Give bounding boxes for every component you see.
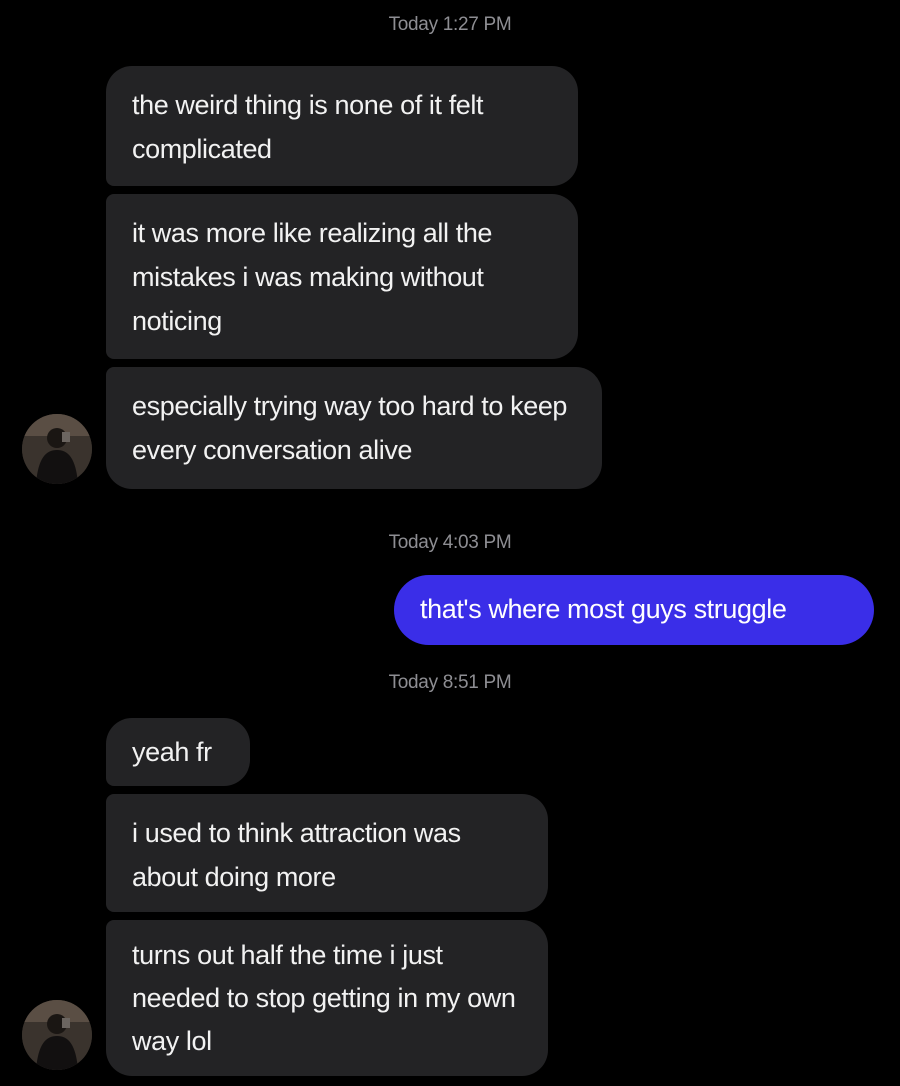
message-text: i used to think attraction was about doi… bbox=[132, 818, 461, 892]
message-text: yeah fr bbox=[132, 737, 212, 767]
contact-avatar-photo-icon bbox=[22, 1000, 92, 1070]
message-text: that's where most guys struggle bbox=[420, 594, 787, 624]
message-bubble-outgoing[interactable]: that's where most guys struggle bbox=[394, 575, 874, 645]
contact-avatar[interactable] bbox=[22, 1000, 92, 1070]
message-bubble-incoming[interactable]: especially trying way too hard to keep e… bbox=[106, 367, 602, 489]
message-text: turns out half the time i just needed to… bbox=[132, 940, 516, 1056]
message-bubble-incoming[interactable]: yeah fr bbox=[106, 718, 250, 786]
message-bubble-incoming[interactable]: i used to think attraction was about doi… bbox=[106, 794, 548, 912]
timestamp: Today 8:51 PM bbox=[388, 672, 512, 693]
message-text: it was more like realizing all the mista… bbox=[132, 218, 493, 336]
message-bubble-incoming[interactable]: turns out half the time i just needed to… bbox=[106, 920, 548, 1076]
message-bubble-incoming[interactable]: the weird thing is none of it felt compl… bbox=[106, 66, 578, 186]
contact-avatar[interactable] bbox=[22, 414, 92, 484]
message-text: especially trying way too hard to keep e… bbox=[132, 391, 568, 465]
contact-avatar-photo-icon bbox=[22, 414, 92, 484]
timestamp: Today 4:03 PM bbox=[388, 532, 512, 553]
message-text: the weird thing is none of it felt compl… bbox=[132, 90, 484, 164]
timestamp: Today 1:27 PM bbox=[388, 14, 512, 35]
message-bubble-incoming[interactable]: it was more like realizing all the mista… bbox=[106, 194, 578, 359]
